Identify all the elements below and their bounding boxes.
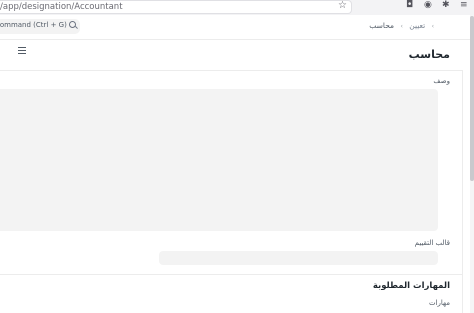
scrollbar-thumb[interactable]: [470, 16, 474, 181]
breadcrumb-accountant[interactable]: محاسب: [369, 21, 394, 30]
sidebar-toggle-icon[interactable]: [18, 47, 26, 55]
extensions-icon[interactable]: ✱: [442, 0, 450, 10]
page-head: محاسب: [409, 44, 450, 63]
browser-toolbar: /app/designation/Accountant ☆ ◘ ◉ ✱ ≡: [0, 0, 474, 16]
section-title-skills[interactable]: المهارات المطلوبة: [373, 281, 450, 291]
breadcrumb-chevron-icon: ›: [400, 23, 403, 30]
form-border: [462, 70, 463, 313]
breadcrumb-chevron-icon: ›: [431, 23, 434, 30]
skills-label: مهارات: [428, 299, 450, 307]
pocket-icon[interactable]: ◘: [406, 0, 413, 10]
breadcrumb-designation[interactable]: تعيين: [409, 21, 425, 30]
account-icon[interactable]: ◉: [424, 0, 432, 10]
appraisal-template-label: قالب التقييم: [414, 239, 450, 247]
appraisal-template-input[interactable]: [159, 251, 438, 265]
awesome-bar-search[interactable]: command (Ctrl + G): [0, 19, 80, 34]
bookmark-star-icon[interactable]: ☆: [338, 0, 347, 11]
app-navbar: command (Ctrl + G) › تعيين › محاسب: [0, 15, 470, 40]
page-title: محاسب: [408, 48, 450, 61]
search-placeholder: command (Ctrl + G): [0, 21, 67, 29]
menu-icon[interactable]: ≡: [460, 0, 468, 10]
breadcrumb: › تعيين › محاسب: [369, 21, 438, 30]
divider: [0, 70, 462, 71]
description-label: وصف: [433, 77, 450, 85]
search-icon: [69, 21, 76, 28]
section-divider: [0, 274, 462, 275]
url-text: /app/designation/Accountant: [0, 2, 123, 12]
description-textarea[interactable]: [0, 89, 438, 231]
address-bar[interactable]: /app/designation/Accountant ☆: [0, 0, 352, 14]
